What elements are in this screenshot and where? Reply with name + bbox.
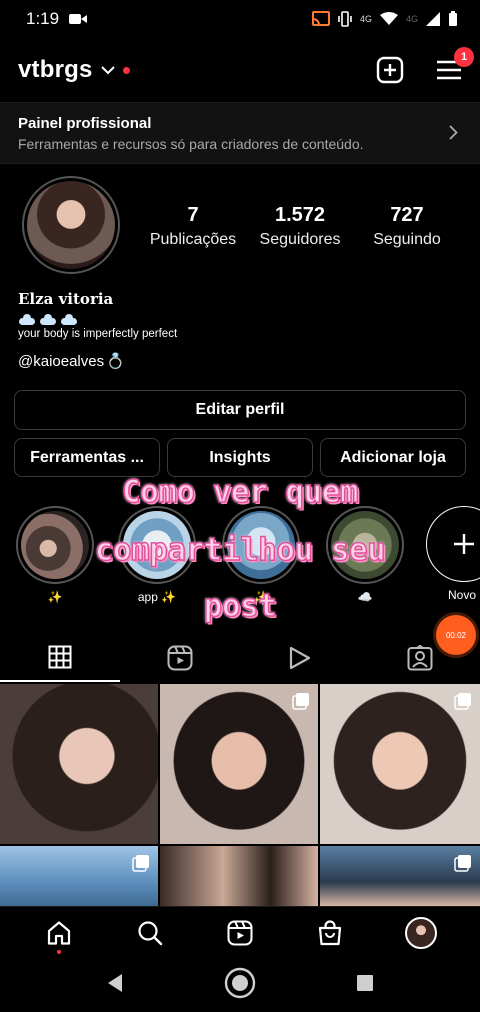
network-type-label-2: 4G (405, 14, 418, 24)
stat-followers-value: 1.572 (274, 204, 326, 226)
posts-grid (0, 684, 480, 906)
avatar-image (27, 181, 115, 269)
stat-followers-label: Seguidores (259, 231, 341, 248)
chevron-right-icon (449, 125, 458, 145)
post-thumbnail[interactable] (0, 846, 158, 906)
cloud-icon (39, 314, 57, 325)
stat-following[interactable]: 727 Seguindo (354, 204, 460, 249)
menu-button[interactable]: 1 (436, 47, 474, 81)
post-thumbnail[interactable] (160, 684, 318, 844)
profile-stats: 7 Publicações 1.572 Seguidores 727 Segui… (140, 204, 460, 249)
pro-panel-title: Painel profissional (18, 115, 152, 132)
tab-tagged[interactable] (360, 634, 480, 682)
cloud-emoji-row (18, 314, 177, 325)
nav-shop[interactable] (306, 909, 354, 957)
profile-content-tabs (0, 634, 480, 682)
menu-notification-badge: 1 (454, 47, 474, 67)
multiple-photos-icon (454, 854, 472, 877)
create-post-button[interactable] (376, 56, 404, 84)
stat-posts-label: Publicações (149, 231, 237, 248)
post-thumbnail[interactable] (320, 684, 480, 844)
stat-following-value: 727 (390, 204, 424, 226)
pro-panel-subtitle: Ferramentas e recursos só para criadores… (18, 136, 364, 152)
stat-posts[interactable]: 7 Publicações (140, 204, 246, 249)
status-time: 1:19 (26, 9, 60, 28)
home-circle-icon[interactable] (224, 967, 256, 1004)
tab-videos[interactable] (240, 634, 360, 682)
nav-home[interactable] (35, 909, 83, 957)
stat-followers[interactable]: 1.572 Seguidores (247, 204, 353, 249)
tagged-person-icon (407, 645, 433, 671)
home-icon (48, 920, 71, 945)
insights-button[interactable]: Insights (167, 438, 313, 477)
video-caption-line-3: post (203, 587, 278, 625)
home-notification-dot (57, 949, 62, 954)
post-thumbnail[interactable] (0, 684, 158, 844)
profile-avatar[interactable] (22, 176, 120, 274)
professional-dashboard-banner[interactable]: Painel profissional Ferramentas e recurs… (0, 102, 480, 164)
tab-reels[interactable] (120, 634, 240, 682)
nav-search[interactable] (126, 909, 174, 957)
cast-icon (311, 11, 330, 27)
battery-icon (448, 11, 458, 27)
recent-apps-icon[interactable] (356, 974, 374, 997)
add-shop-button[interactable]: Adicionar loja (320, 438, 466, 477)
grid-icon (48, 645, 72, 669)
reels-icon (227, 920, 253, 945)
multiple-photos-icon (132, 854, 150, 877)
reels-icon (167, 645, 193, 671)
video-caption-line-2: compartilhou seu (94, 531, 387, 569)
play-icon (289, 646, 311, 670)
multiple-photos-icon (292, 692, 310, 715)
cloud-icon (60, 314, 78, 325)
status-bar: 1:19 4G 4G (0, 0, 480, 38)
nav-reels[interactable] (216, 909, 264, 957)
profile-bio: Elza vitoria your body is imperfectly pe… (18, 290, 177, 370)
profile-avatar-small (404, 916, 437, 949)
username-switcher[interactable]: vtbrgs (18, 56, 93, 84)
ring-emoji: 💍 (106, 353, 125, 370)
profile-header: vtbrgs 1 (0, 44, 480, 96)
bottom-navigation (0, 906, 480, 958)
unread-dot (122, 66, 130, 74)
video-caption-line-1: Como ver quem (121, 473, 359, 511)
multiple-photos-icon (454, 692, 472, 715)
mention-link[interactable]: @kaioealves (18, 353, 104, 370)
vibrate-icon (338, 11, 352, 27)
bio-mention[interactable]: @kaioealves 💍 (18, 352, 177, 371)
nav-profile[interactable] (397, 909, 445, 957)
cloud-icon (18, 314, 36, 325)
stat-posts-value: 7 (187, 204, 199, 226)
network-type-label: 4G (359, 14, 372, 24)
post-thumbnail[interactable] (160, 846, 318, 906)
search-icon (137, 920, 162, 945)
bio-text: your body is imperfectly perfect (18, 328, 178, 340)
back-icon[interactable] (106, 973, 124, 998)
tab-posts-grid[interactable] (0, 634, 120, 682)
android-system-navigation (0, 958, 480, 1012)
video-camera-icon (69, 13, 88, 25)
edit-profile-button[interactable]: Editar perfil (14, 390, 466, 430)
signal-icon (426, 12, 440, 26)
tools-button[interactable]: Ferramentas ... (14, 438, 160, 477)
wifi-icon (379, 12, 398, 26)
stat-following-label: Seguindo (373, 231, 441, 248)
profile-name: Elza vitoria (18, 290, 114, 308)
shopping-bag-icon (319, 919, 342, 945)
chevron-down-icon[interactable] (100, 65, 115, 75)
plus-square-icon (376, 56, 404, 84)
post-thumbnail[interactable] (320, 846, 480, 906)
